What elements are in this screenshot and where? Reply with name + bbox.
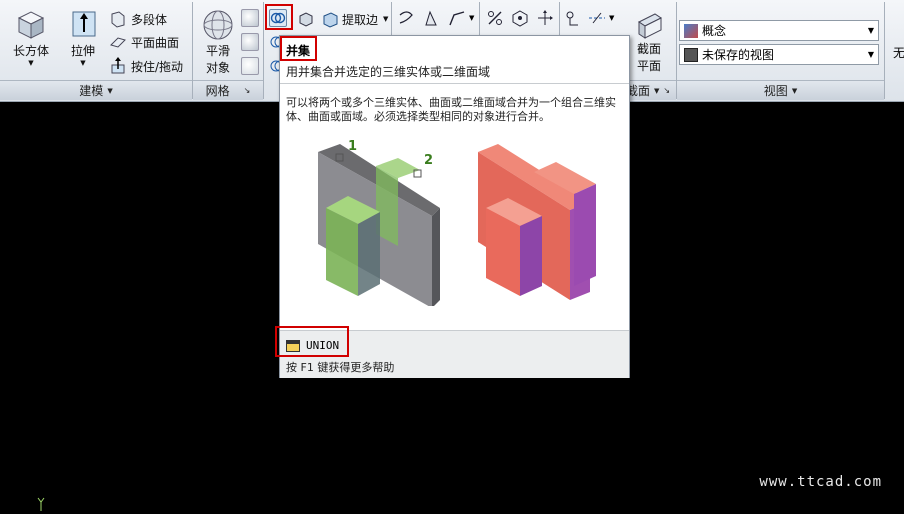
smooth-object-label-1: 平滑 <box>205 44 230 58</box>
box-icon <box>17 11 45 39</box>
union-highlight-box <box>265 4 293 30</box>
named-view-value: 未保存的视图 <box>702 48 775 62</box>
divider <box>263 2 264 99</box>
smooth-object-label-2: 对象 <box>205 61 230 75</box>
tooltip-divider <box>280 83 629 84</box>
object-label-2: 2 <box>424 153 433 168</box>
dropdown-arrow-icon: ▼ <box>28 59 34 67</box>
dialog-launcher-icon: ↘ <box>663 86 671 95</box>
divider <box>884 2 885 99</box>
box-button[interactable]: 长方体 ▼ <box>10 6 52 67</box>
dropdown-arrow-icon: ▼ <box>867 26 874 35</box>
sphere-mesh-icon <box>203 10 233 40</box>
object-label-1: 1 <box>348 139 357 154</box>
extract-edges-label: 提取边 <box>342 12 379 27</box>
planar-surface-button[interactable]: 平面曲面 <box>109 33 179 51</box>
cutoff-label: 无 <box>893 46 904 60</box>
shell-icon[interactable] <box>297 9 315 27</box>
extract-edges-icon <box>323 12 338 28</box>
dropdown-arrow-icon: ▼ <box>107 86 113 95</box>
extrude-icon <box>72 11 96 37</box>
named-view-icon <box>684 47 698 62</box>
curve-tool-icon[interactable] <box>398 9 416 27</box>
mesh-subtract-icon[interactable] <box>241 33 259 51</box>
extrude-button[interactable]: 拉伸 ▼ <box>62 6 104 67</box>
visual-style-select[interactable]: 概念 ▼ <box>679 20 879 41</box>
union-tooltip: 并集 用并集合并选定的三维实体或二维面域 可以将两个或多个三维实体、曲面或二维面… <box>275 35 630 378</box>
tooltip-footer: UNION 按 F1 键获得更多帮助 <box>275 326 629 378</box>
presspull-icon <box>111 57 125 74</box>
mesh-panel-bar[interactable]: 网格 ↘ <box>193 80 263 100</box>
title-highlight-box <box>280 36 317 61</box>
planar-surface-label: 平面曲面 <box>131 35 180 50</box>
dropdown-arrow-icon: ▼ <box>80 59 86 67</box>
section-plane-label-1: 截面 <box>636 42 661 56</box>
ucs-axis-icon[interactable] <box>588 9 606 27</box>
section-plane-button[interactable]: 截面 平面 <box>630 10 668 74</box>
view-panel-title: 视图 <box>763 84 788 98</box>
dropdown-arrow-icon[interactable]: ▼ <box>469 14 474 22</box>
gizmo-move-icon[interactable] <box>536 9 554 27</box>
slice-tool-icon[interactable] <box>486 9 504 27</box>
box-label: 长方体 <box>12 44 49 58</box>
section-plane-icon <box>638 13 662 39</box>
polysolid-button[interactable]: 多段体 <box>109 10 167 28</box>
section-plane-label-2: 平面 <box>636 59 661 73</box>
polysolid-label: 多段体 <box>131 12 168 27</box>
named-view-select[interactable]: 未保存的视图 ▼ <box>679 44 879 65</box>
extract-edges-button[interactable]: 提取边 ▼ <box>321 10 388 28</box>
loft-tool-icon[interactable] <box>422 9 440 27</box>
view-panel-bar[interactable]: 视图 ▼ <box>677 80 884 100</box>
modeling-panel-bar[interactable]: 建模 ▼ <box>0 80 192 100</box>
dropdown-arrow-icon: ▼ <box>653 86 660 95</box>
union-illustration: 1 2 <box>318 139 596 306</box>
tooltip-description: 可以将两个或多个三维实体、曲面或二维面域合并为一个组合三维实体、曲面或面域。必须… <box>286 96 616 123</box>
dropdown-arrow-icon[interactable]: ▼ <box>609 14 614 22</box>
ucs-icon[interactable] <box>564 9 582 27</box>
mesh-crease-icon[interactable] <box>241 57 259 75</box>
ucs-y-axis-icon <box>37 497 45 511</box>
tooltip-subtitle: 用并集合并选定的三维实体或二维面域 <box>286 65 491 79</box>
dropdown-arrow-icon: ▼ <box>867 50 874 59</box>
modeling-panel-title: 建模 <box>79 84 104 98</box>
gizmo-rotate-icon[interactable] <box>511 9 529 27</box>
extrude-label: 拉伸 <box>70 44 95 58</box>
watermark-text: www.ttcad.com <box>759 474 882 490</box>
polyline-tool-icon[interactable] <box>448 9 466 27</box>
dropdown-arrow-icon: ▼ <box>383 15 389 23</box>
presspull-label: 按住/拖动 <box>131 59 184 74</box>
after-union-figure <box>478 144 596 300</box>
dropdown-arrow-icon: ▼ <box>791 86 798 95</box>
visual-style-value: 概念 <box>702 24 727 38</box>
mesh-add-icon[interactable] <box>241 9 259 27</box>
before-union-figure <box>318 144 440 306</box>
planar-surface-icon <box>110 37 126 48</box>
dialog-launcher-icon: ↘ <box>243 86 251 95</box>
presspull-button[interactable]: 按住/拖动 <box>109 57 183 75</box>
polysolid-icon <box>111 11 125 28</box>
help-text: 按 F1 键获得更多帮助 <box>286 361 395 374</box>
smooth-object-button[interactable]: 平滑 对象 <box>198 8 238 76</box>
command-highlight-box <box>275 326 349 357</box>
mesh-panel-title: 网格 <box>205 84 230 98</box>
visual-style-icon <box>684 23 698 38</box>
